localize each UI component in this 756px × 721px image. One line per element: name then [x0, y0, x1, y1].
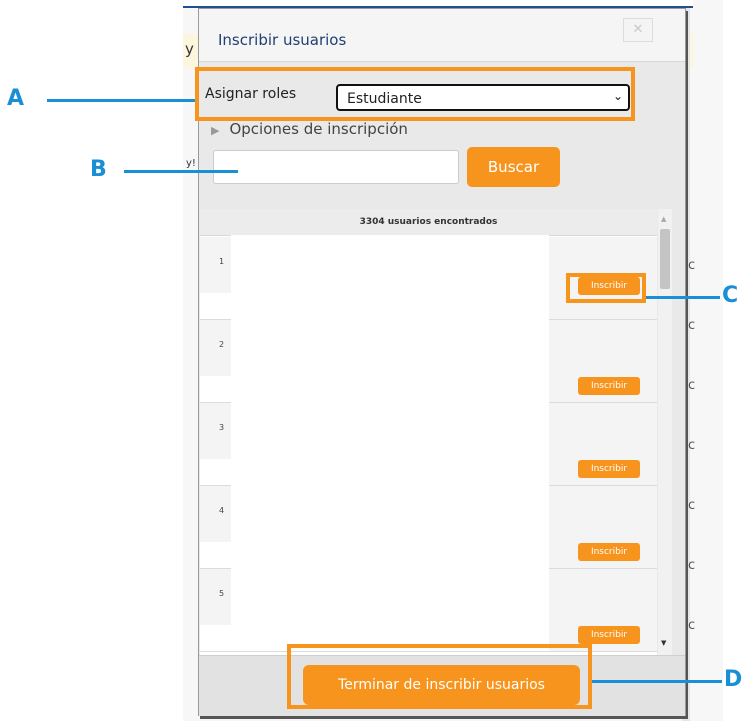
- row-left-cell: [200, 376, 231, 402]
- callout-line-c: [646, 296, 720, 299]
- user-details-card: [231, 567, 549, 651]
- results-scrollbar[interactable]: ▲ ▼: [658, 209, 672, 655]
- callout-line-d: [592, 680, 722, 683]
- callout-label-b: B: [90, 157, 107, 182]
- row-left-cell: [200, 625, 231, 651]
- user-details-card: [231, 318, 549, 402]
- callout-line-b: [124, 170, 238, 173]
- scroll-up-icon[interactable]: ▲: [661, 215, 666, 223]
- callout-label-d: D: [724, 667, 743, 692]
- enrol-button[interactable]: Inscribir: [578, 460, 640, 478]
- background-row-mark: c: [688, 318, 696, 333]
- row-number: 3: [219, 423, 225, 432]
- close-icon[interactable]: ✕: [623, 18, 653, 42]
- list-item: 4 Inscribir: [200, 484, 657, 569]
- background-row-mark: c: [688, 438, 696, 453]
- user-details-card: [231, 235, 549, 319]
- user-details-card: [231, 484, 549, 568]
- highlight-box-a: [195, 67, 635, 121]
- enrolment-options-toggle[interactable]: ▶ Opciones de inscripción: [211, 120, 408, 138]
- highlight-box-c: [566, 273, 646, 303]
- row-number: 5: [219, 589, 225, 598]
- scrollbar-thumb[interactable]: [660, 229, 670, 289]
- row-number: 2: [219, 340, 225, 349]
- row-number: 4: [219, 506, 225, 515]
- background-row-mark: c: [688, 258, 696, 273]
- enrol-button[interactable]: Inscribir: [578, 377, 640, 395]
- results-count: 3304 usuarios encontrados: [200, 209, 657, 236]
- list-item: 5 Inscribir: [200, 567, 657, 652]
- search-button[interactable]: Buscar: [467, 147, 560, 187]
- search-input[interactable]: [213, 150, 459, 184]
- caret-right-icon: ▶: [211, 124, 220, 137]
- background-row-mark: c: [688, 618, 696, 633]
- dialog-header: Inscribir usuarios ✕: [199, 9, 685, 62]
- list-item: 3 Inscribir: [200, 401, 657, 486]
- highlight-box-d: [287, 644, 592, 709]
- enrolment-options-label: Opciones de inscripción: [229, 120, 408, 138]
- callout-line-a: [47, 99, 195, 102]
- row-left-cell: [200, 542, 231, 568]
- callout-label-c: C: [722, 283, 739, 308]
- user-details-card: [231, 401, 549, 485]
- background-row-mark: c: [688, 558, 696, 573]
- callout-label-a: A: [7, 86, 25, 111]
- row-number: 1: [219, 257, 225, 266]
- enrol-button[interactable]: Inscribir: [578, 626, 640, 644]
- scroll-down-icon[interactable]: ▼: [661, 639, 666, 647]
- dialog-title: Inscribir usuarios: [218, 31, 347, 49]
- enrol-button[interactable]: Inscribir: [578, 543, 640, 561]
- list-item: 2 Inscribir: [200, 318, 657, 403]
- row-left-cell: [200, 459, 231, 485]
- background-row-mark: c: [688, 498, 696, 513]
- background-row-mark: c: [688, 378, 696, 393]
- background-text: y!: [186, 158, 196, 169]
- row-left-cell: [200, 293, 231, 319]
